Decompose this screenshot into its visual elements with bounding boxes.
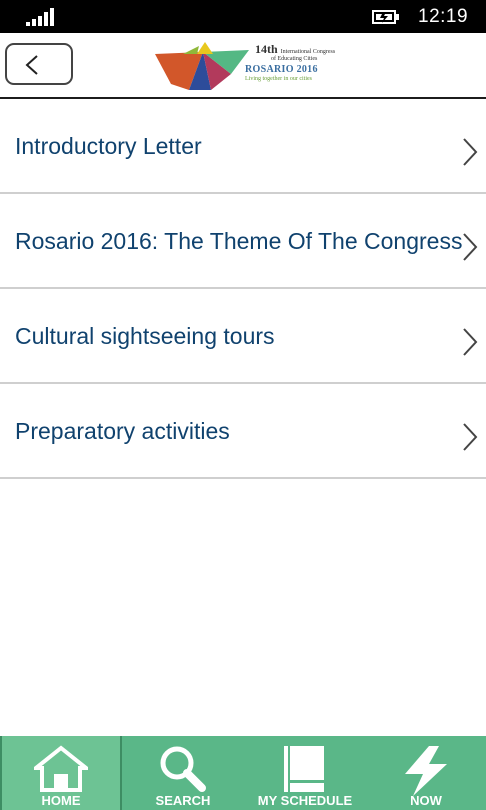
logo-congress-line1: International Congress bbox=[280, 49, 336, 55]
menu-item-introductory-letter[interactable]: Introductory Letter bbox=[0, 99, 486, 194]
tab-label: MY SCHEDULE bbox=[257, 793, 353, 808]
menu-item-sightseeing-tours[interactable]: Cultural sightseeing tours bbox=[0, 289, 486, 384]
lightning-icon bbox=[405, 746, 447, 796]
chevron-right-icon bbox=[463, 328, 478, 356]
chevron-right-icon bbox=[463, 233, 478, 261]
tab-search[interactable]: SEARCH bbox=[122, 736, 244, 810]
tab-label: HOME bbox=[41, 793, 81, 808]
tab-label: SEARCH bbox=[155, 793, 211, 808]
clock: 12:19 bbox=[418, 6, 469, 27]
logo-edition: 14th bbox=[255, 42, 278, 56]
chevron-left-icon bbox=[25, 55, 38, 75]
bottom-tab-bar: HOME SEARCH MY SCHEDULE NOW bbox=[0, 736, 486, 810]
signal-strength-icon bbox=[26, 8, 54, 26]
logo-boat-icon bbox=[155, 42, 249, 90]
home-icon bbox=[34, 745, 88, 792]
menu-item-label: Introductory Letter bbox=[15, 133, 202, 159]
logo-congress-line2: of Educating Cities bbox=[271, 56, 318, 62]
logo-motto: Living together in our cities bbox=[245, 76, 312, 82]
search-icon bbox=[160, 746, 206, 792]
menu-item-preparatory-activities[interactable]: Preparatory activities bbox=[0, 384, 486, 479]
menu-item-label: Preparatory activities bbox=[15, 418, 230, 444]
tab-label: NOW bbox=[410, 793, 442, 808]
logo-event: ROSARIO 2016 bbox=[245, 64, 318, 75]
tab-my-schedule[interactable]: MY SCHEDULE bbox=[244, 736, 366, 810]
app-header: 14th International Congress of Educating… bbox=[0, 33, 486, 99]
menu-item-congress-theme[interactable]: Rosario 2016: The Theme Of The Congress bbox=[0, 194, 486, 289]
congress-logo: 14th International Congress of Educating… bbox=[153, 40, 353, 94]
tab-home[interactable]: HOME bbox=[0, 736, 122, 810]
chevron-right-icon bbox=[463, 423, 478, 451]
menu-item-label: Cultural sightseeing tours bbox=[15, 323, 275, 349]
tab-now[interactable]: NOW bbox=[366, 736, 486, 810]
status-bar: 12:19 bbox=[0, 0, 486, 33]
chevron-right-icon bbox=[463, 138, 478, 166]
menu-list: Introductory Letter Rosario 2016: The Th… bbox=[0, 99, 486, 479]
battery-charging-icon bbox=[372, 10, 399, 24]
menu-item-label: Rosario 2016: The Theme Of The Congress bbox=[15, 228, 463, 254]
book-icon bbox=[284, 746, 324, 792]
back-button[interactable] bbox=[5, 43, 73, 85]
